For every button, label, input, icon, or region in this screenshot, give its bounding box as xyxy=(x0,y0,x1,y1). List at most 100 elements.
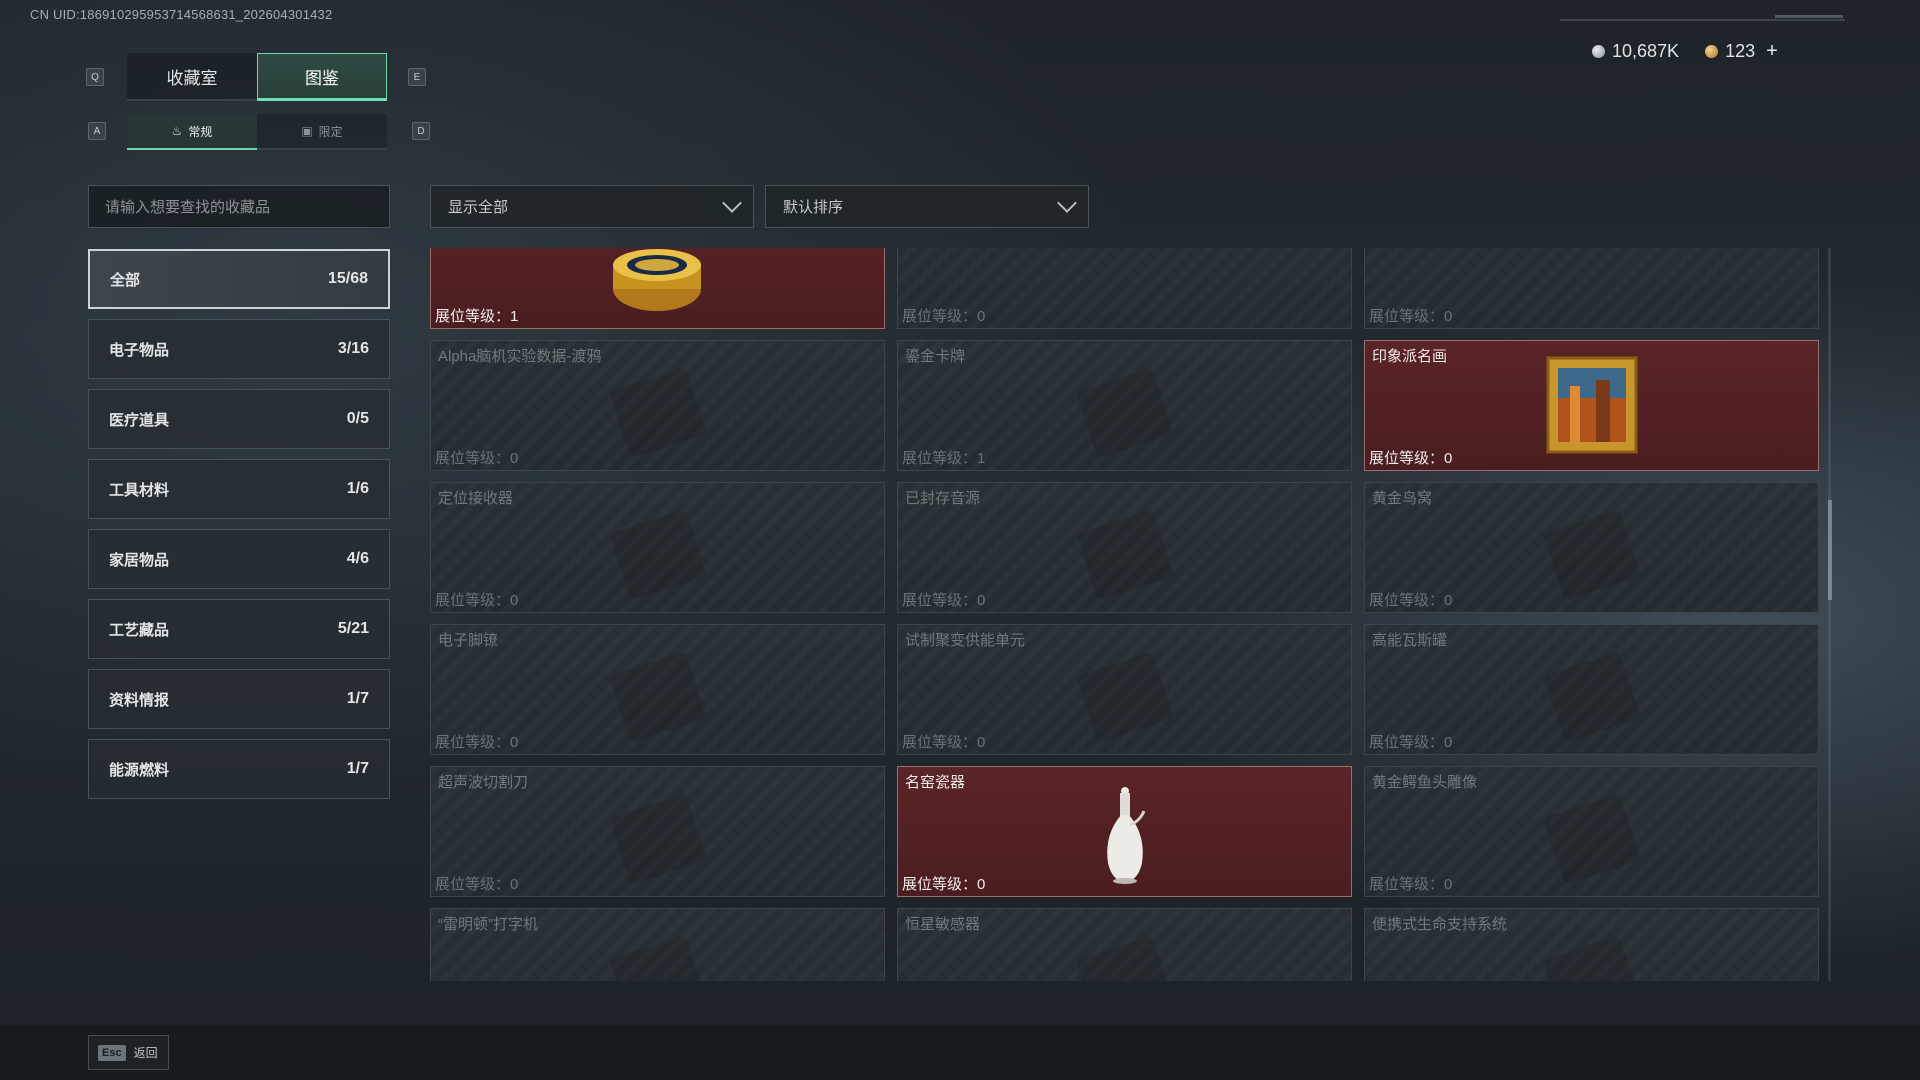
item-silhouette xyxy=(1542,792,1641,885)
card-name: 鎏金卡牌 xyxy=(905,348,966,365)
grid-scrollbar-thumb[interactable] xyxy=(1828,500,1832,600)
category-count: 1/7 xyxy=(346,760,369,777)
subtab-limited[interactable]: ▣ 限定 xyxy=(257,114,387,150)
card-level: 展位等级：0 xyxy=(1369,589,1452,610)
sort-dropdown[interactable]: 默认排序 xyxy=(765,185,1089,228)
collection-card[interactable]: 印象派名画 展位等级：0 xyxy=(1364,340,1819,471)
collection-card[interactable]: 名窑瓷器 展位等级：0 xyxy=(897,766,1352,897)
collection-card[interactable]: 恒星敏感器 xyxy=(897,908,1352,981)
item-silhouette xyxy=(608,366,707,459)
category-count: 0/5 xyxy=(346,410,369,427)
caviar-tin-icon xyxy=(613,249,701,311)
card-name: 恒星敏感器 xyxy=(905,916,981,933)
tab-collection-room[interactable]: 收藏室 xyxy=(127,53,257,101)
category-household[interactable]: 家居物品 4/6 xyxy=(88,529,390,589)
category-intel[interactable]: 资料情报 1/7 xyxy=(88,669,390,729)
back-button[interactable]: Esc 返回 xyxy=(88,1035,169,1070)
level-value: 1 xyxy=(510,308,519,325)
card-name: “雷明顿”打字机 xyxy=(438,916,538,933)
back-label: 返回 xyxy=(133,1046,158,1060)
collection-card[interactable]: Alpha脑机实验数据-渡鸦 展位等级：0 xyxy=(430,340,885,471)
item-silhouette xyxy=(1075,650,1174,743)
level-prefix: 展位等级： xyxy=(902,450,978,467)
category-count: 1/6 xyxy=(346,480,369,497)
category-electronics[interactable]: 电子物品 3/16 xyxy=(88,319,390,379)
category-label: 家居物品 xyxy=(109,551,170,569)
silver-currency: 10,687K xyxy=(1592,41,1679,62)
level-value: 0 xyxy=(1444,734,1453,751)
esc-key-icon: Esc xyxy=(98,1044,126,1061)
collection-card[interactable]: 高能瓦斯罐 展位等级：0 xyxy=(1364,624,1819,755)
subtab-regular-label: 常规 xyxy=(188,124,213,139)
silver-amount: 10,687K xyxy=(1612,41,1680,61)
collection-card[interactable]: 定位接收器 展位等级：0 xyxy=(430,482,885,613)
level-prefix: 展位等级： xyxy=(435,450,511,467)
level-value: 0 xyxy=(510,734,519,751)
grid-scrollbar-track[interactable] xyxy=(1828,248,1831,981)
card-name: 印象派名画 xyxy=(1372,348,1448,365)
category-crafts[interactable]: 工艺藏品 5/21 xyxy=(88,599,390,659)
filter-dropdown-value: 显示全部 xyxy=(448,199,509,216)
collection-card[interactable]: 电子脚镣 展位等级：0 xyxy=(430,624,885,755)
key-hint-e: E xyxy=(408,68,426,86)
card-name: 电子脚镣 xyxy=(438,632,499,649)
card-name: 已封存音源 xyxy=(905,490,981,507)
collection-card[interactable]: 展位等级：0 xyxy=(1364,248,1819,329)
category-count: 15/68 xyxy=(327,270,368,287)
painting-icon xyxy=(1546,356,1638,454)
card-name: 定位接收器 xyxy=(438,490,514,507)
level-value: 0 xyxy=(977,592,986,609)
card-level: 展位等级：0 xyxy=(435,873,518,894)
subtab-regular[interactable]: ♨ 常规 xyxy=(127,114,257,150)
key-hint-q: Q xyxy=(86,68,104,86)
search-input[interactable]: 请输入想要查找的收藏品 xyxy=(88,185,390,228)
collection-card[interactable]: 黄金鸟窝 展位等级：0 xyxy=(1364,482,1819,613)
collection-card[interactable]: “雷明顿”打字机 xyxy=(430,908,885,981)
collection-card[interactable]: 展位等级：1 xyxy=(430,248,885,329)
card-name: 超声波切割刀 xyxy=(438,774,529,791)
card-level: 展位等级：0 xyxy=(435,589,518,610)
chevron-down-icon xyxy=(722,192,742,213)
collection-card[interactable]: 展位等级：0 xyxy=(897,248,1352,329)
category-label: 全部 xyxy=(110,271,141,289)
item-silhouette xyxy=(608,508,707,601)
collection-card[interactable]: 便携式生命支持系统 xyxy=(1364,908,1819,981)
level-prefix: 展位等级： xyxy=(435,734,511,751)
level-prefix: 展位等级： xyxy=(435,308,511,325)
level-prefix: 展位等级： xyxy=(902,308,978,325)
filter-dropdown[interactable]: 显示全部 xyxy=(430,185,754,228)
level-value: 0 xyxy=(977,734,986,751)
tab-catalog[interactable]: 图鉴 xyxy=(257,53,387,101)
item-silhouette xyxy=(1075,508,1174,601)
category-label: 医疗道具 xyxy=(109,411,170,429)
category-medical[interactable]: 医疗道具 0/5 xyxy=(88,389,390,449)
chevron-down-icon xyxy=(1057,192,1077,213)
level-prefix: 展位等级： xyxy=(902,734,978,751)
level-prefix: 展位等级： xyxy=(435,592,511,609)
level-prefix: 展位等级： xyxy=(1369,734,1445,751)
card-level: 展位等级：0 xyxy=(1369,873,1452,894)
category-energy[interactable]: 能源燃料 1/7 xyxy=(88,739,390,799)
footer-bar xyxy=(0,1025,1920,1080)
level-value: 0 xyxy=(977,876,986,893)
collection-card[interactable]: 已封存音源 展位等级：0 xyxy=(897,482,1352,613)
category-list: 全部 15/68 电子物品 3/16 医疗道具 0/5 工具材料 1/6 家居物品 4/6… xyxy=(88,249,390,809)
collection-card[interactable]: 鎏金卡牌 展位等级：1 xyxy=(897,340,1352,471)
card-name: 试制聚变供能单元 xyxy=(905,632,1026,649)
level-value: 1 xyxy=(977,450,986,467)
flame-icon: ♨ xyxy=(171,124,183,138)
card-level: 展位等级：0 xyxy=(902,731,985,752)
sort-dropdown-value: 默认排序 xyxy=(783,199,844,216)
collection-card[interactable]: 黄金鳄鱼头雕像 展位等级：0 xyxy=(1364,766,1819,897)
category-all[interactable]: 全部 15/68 xyxy=(88,249,390,309)
collection-card[interactable]: 试制聚变供能单元 展位等级：0 xyxy=(897,624,1352,755)
category-count: 1/7 xyxy=(346,690,369,707)
add-currency-button[interactable]: + xyxy=(1766,40,1778,63)
gold-currency: 123 + xyxy=(1705,40,1778,63)
category-tools[interactable]: 工具材料 1/6 xyxy=(88,459,390,519)
item-silhouette xyxy=(1542,650,1641,743)
collection-card[interactable]: 超声波切割刀 展位等级：0 xyxy=(430,766,885,897)
item-silhouette xyxy=(608,792,707,885)
key-hint-a: A xyxy=(88,122,106,140)
category-label: 工艺藏品 xyxy=(109,621,170,639)
